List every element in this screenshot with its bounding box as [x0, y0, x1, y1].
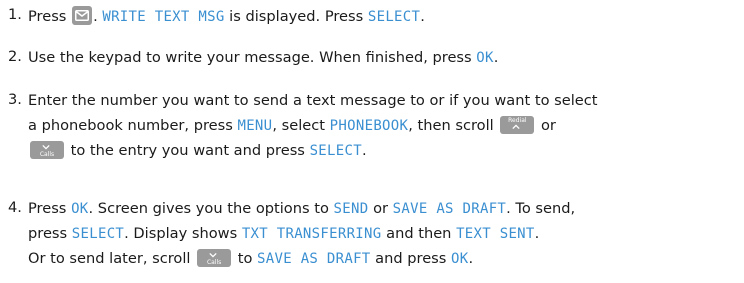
step-text: press [28, 225, 72, 242]
step-text: Press [28, 8, 72, 25]
display-text: TXT TRANSFERRING [241, 226, 382, 242]
step-text: and then [381, 225, 457, 242]
display-text: OK [476, 50, 494, 66]
step-text: is displayed. Press [224, 8, 368, 25]
step-4-line-2: press SELECT. Display shows TXT TRANSFER… [28, 224, 539, 244]
chevron-up-icon [512, 124, 520, 130]
step-text: . [93, 8, 103, 25]
step-number: 2. [8, 48, 22, 65]
step-text: Or to send later, scroll [28, 250, 196, 267]
step-2-line-1: Use the keypad to write your message. Wh… [28, 48, 498, 68]
step-text: Use the keypad to write your message. Wh… [28, 49, 477, 66]
display-text: SAVE AS DRAFT [257, 251, 371, 267]
step-text: to the entry you want and press [66, 142, 310, 159]
step-text: . To send, [506, 200, 576, 217]
step-3-line-1: Enter the number you want to send a text… [28, 91, 598, 111]
step-text: a phonebook number, press [28, 117, 238, 134]
key-caption: Calls [39, 151, 55, 158]
step-text: , then scroll [408, 117, 499, 134]
step-text: . [420, 8, 425, 25]
display-text: SELECT [309, 143, 362, 159]
display-text: SELECT [71, 226, 125, 242]
step-1-line-1: Press . WRITE TEXT MSG is displayed. Pre… [28, 6, 425, 27]
step-text: . [361, 142, 367, 159]
step-text: or [368, 200, 393, 217]
step-text: . [493, 49, 499, 66]
display-text: OK [71, 201, 89, 217]
display-text: TEXT SENT [456, 226, 535, 242]
step-text: . [534, 225, 540, 242]
step-text: Enter the number you want to send a text… [28, 92, 598, 109]
step-number: 1. [8, 6, 22, 23]
display-text: WRITE TEXT MSG [102, 9, 225, 25]
key-caption: Calls [206, 259, 222, 266]
step-4-line-1: Press OK. Screen gives you the options t… [28, 199, 575, 219]
display-text: PHONEBOOK [329, 118, 409, 134]
calls-key-icon: Calls [30, 141, 64, 159]
step-text: , select [272, 117, 330, 134]
step-text: . Screen gives you the options to [88, 200, 334, 217]
redial-key-icon: Redial [500, 116, 535, 134]
display-text: SELECT [367, 9, 421, 25]
calls-key-icon: Calls [197, 249, 232, 267]
step-text: Press [28, 200, 72, 217]
step-number: 3. [8, 91, 22, 108]
step-3-line-3: Calls to the entry you want and press SE… [28, 141, 367, 161]
step-text: and press [370, 250, 452, 267]
step-3-line-2: a phonebook number, press MENU, select P… [28, 116, 556, 136]
display-text: SAVE AS DRAFT [392, 201, 507, 217]
display-text: MENU [237, 118, 273, 134]
step-text: . [468, 250, 474, 267]
chevron-down-icon [209, 252, 217, 258]
step-text: to [233, 250, 258, 267]
step-text: or [536, 117, 556, 134]
step-text: . Display shows [124, 225, 242, 242]
step-4-line-3: Or to send later, scroll Calls to SAVE A… [28, 249, 473, 269]
display-text: SEND [333, 201, 369, 217]
display-text: OK [451, 251, 469, 267]
message-key-icon [72, 6, 93, 25]
step-number: 4. [8, 199, 22, 216]
envelope-icon [75, 10, 90, 21]
chevron-down-icon [42, 144, 50, 150]
